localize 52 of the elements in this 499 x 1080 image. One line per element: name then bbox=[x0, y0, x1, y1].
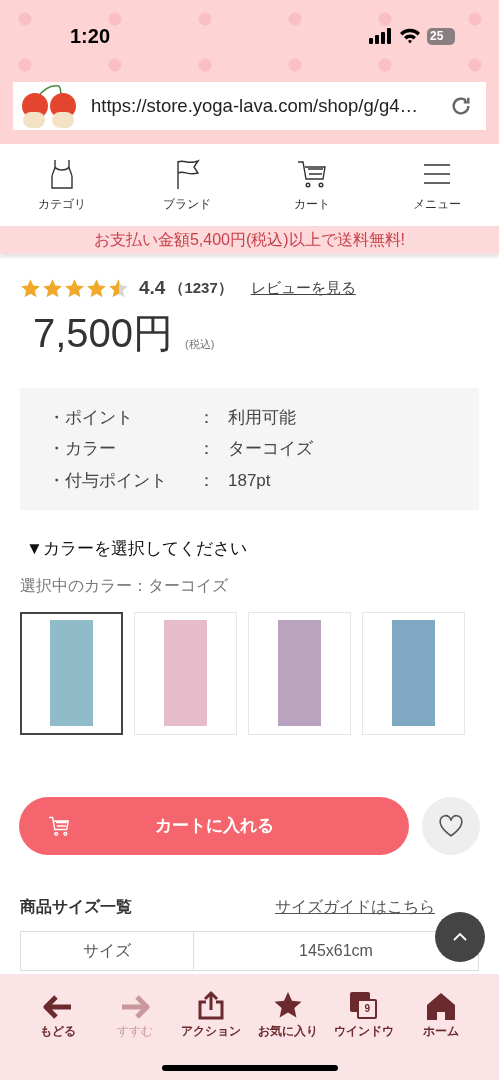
chevron-up-icon bbox=[452, 932, 468, 942]
scroll-top-button[interactable] bbox=[435, 912, 485, 962]
reload-icon[interactable] bbox=[450, 95, 472, 117]
size-section-title: 商品サイズ一覧 bbox=[20, 896, 132, 917]
info-separator: ： bbox=[198, 438, 216, 460]
info-separator: ： bbox=[198, 406, 216, 429]
heart-icon bbox=[438, 813, 464, 838]
info-value: ターコイズ bbox=[228, 438, 313, 460]
toolbar-button[interactable]: お気に入り bbox=[249, 988, 326, 1040]
back-arrow-icon bbox=[43, 994, 74, 1020]
signal-icon bbox=[369, 28, 393, 44]
tax-note: (税込) bbox=[185, 337, 215, 352]
table-cell-text: 145x61cm bbox=[299, 940, 373, 961]
review-count: （1237） bbox=[169, 278, 233, 298]
info-value: 利用可能 bbox=[228, 406, 296, 429]
color-heading: ▼カラーを選択してください bbox=[26, 538, 248, 560]
toolbar-button[interactable]: ホーム bbox=[402, 988, 479, 1040]
star-icon bbox=[108, 277, 129, 299]
wifi-icon bbox=[399, 28, 421, 44]
star-icon bbox=[64, 277, 85, 299]
forward-arrow-icon bbox=[119, 994, 150, 1020]
rating-score: 4.4 bbox=[139, 276, 166, 300]
price: 7,500円 bbox=[33, 312, 174, 353]
home-icon bbox=[425, 992, 456, 1020]
address-bar[interactable]: https://store.yoga-lava.com/shop/g/g4… bbox=[13, 82, 486, 130]
share-icon bbox=[197, 990, 226, 1020]
nav-item[interactable]: メニュー bbox=[374, 157, 499, 213]
info-label: ・ポイント bbox=[48, 406, 134, 429]
color-swatch[interactable] bbox=[20, 611, 123, 735]
info-label: ・付与ポイント bbox=[48, 469, 168, 492]
info-separator: ： bbox=[198, 469, 216, 492]
star-icon bbox=[42, 277, 63, 299]
table-cell-text: サイズ bbox=[83, 940, 131, 961]
url-text: https://store.yoga-lava.com/shop/g/g4… bbox=[91, 94, 419, 119]
star-icon bbox=[20, 277, 41, 299]
info-label: ・カラー bbox=[48, 438, 117, 460]
window-count: 9 bbox=[364, 1004, 371, 1014]
star-icon bbox=[86, 277, 107, 299]
status-time: 1:20 bbox=[70, 24, 111, 49]
info-value: 187pt bbox=[228, 469, 271, 492]
promo-banner: お支払い金額5,400円(税込)以上で送料無料! bbox=[0, 226, 499, 254]
toolbar-button[interactable]: もどる bbox=[20, 988, 97, 1040]
battery-level: 25 bbox=[430, 30, 444, 42]
current-color: 選択中のカラー：ターコイズ bbox=[20, 575, 229, 596]
nav-item[interactable]: カテゴリ bbox=[0, 157, 125, 213]
toolbar-button[interactable]: 9 ウインドウ bbox=[326, 988, 403, 1040]
size-guide-link[interactable]: サイズガイドはこちら bbox=[275, 894, 435, 919]
review-link[interactable]: レビューを見る bbox=[250, 277, 356, 300]
nav-item[interactable]: ブランド bbox=[124, 157, 250, 213]
nav-item[interactable]: カート bbox=[249, 157, 375, 213]
toolbar-button[interactable]: アクション bbox=[173, 988, 250, 1040]
star-icon bbox=[272, 990, 303, 1020]
